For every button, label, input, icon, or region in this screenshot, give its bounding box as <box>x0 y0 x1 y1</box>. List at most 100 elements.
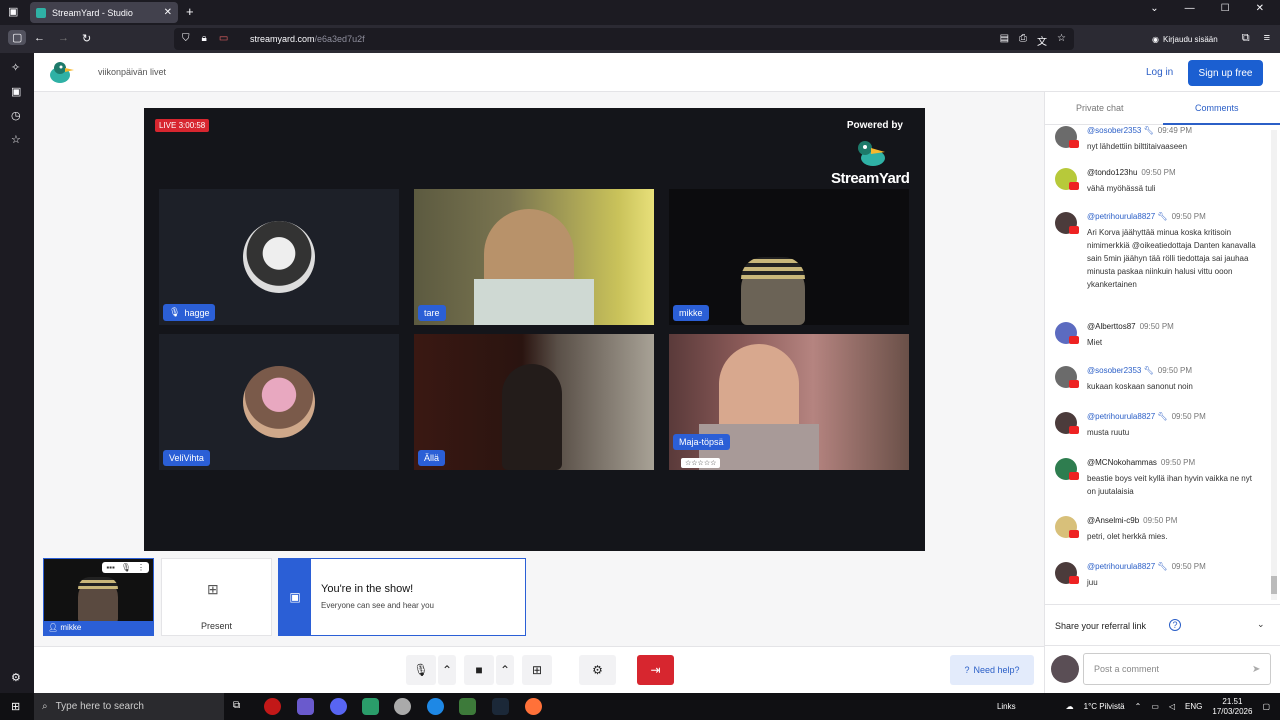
mic-options-button[interactable]: ⌃ <box>438 655 456 685</box>
clock[interactable]: 21.51 17/03/2026 <box>1212 697 1252 717</box>
participant-tile[interactable]: tare <box>414 189 654 325</box>
reload-icon[interactable]: ↻ <box>82 32 91 45</box>
screen-share-icon: ⊞ <box>531 663 543 677</box>
chevron-down-icon[interactable]: ⌄ <box>1150 3 1158 14</box>
tray-chevron-icon[interactable]: ⌃ <box>1135 702 1142 711</box>
need-help-button[interactable]: ? Need help? <box>950 655 1034 685</box>
extensions-icon[interactable]: ⧉ <box>1242 32 1250 45</box>
menu-icon[interactable]: ≡ <box>1264 32 1270 45</box>
clock-date: 17/03/2026 <box>1212 706 1253 716</box>
comment-time: 09:50 PM <box>1141 168 1176 177</box>
browser-nav-bar: ▢ ← → ↻ ⛉ 🔒︎ ▭ streamyard.com /e6a3ed7u2… <box>0 25 1280 53</box>
reader-view-icon[interactable]: ▤ <box>1000 33 1009 48</box>
login-link[interactable]: Log in <box>1146 67 1173 78</box>
participant-tile[interactable]: Ällä <box>414 334 654 470</box>
comment-meta: @tondo123hu 09:50 PM <box>1087 168 1176 177</box>
comment-text: kukaan koskaan sanonut noin <box>1087 382 1193 391</box>
app-icon[interactable] <box>362 698 379 715</box>
close-window-icon[interactable]: ✕ <box>1256 3 1264 14</box>
maximize-icon[interactable]: ☐ <box>1221 3 1230 14</box>
mic-icon[interactable]: 🎙︎ <box>121 563 131 572</box>
tab-comments[interactable]: Comments <box>1195 103 1239 113</box>
comment-author: @petrihourula8827 <box>1087 412 1156 421</box>
synced-tabs-icon[interactable]: ▣ <box>11 85 21 98</box>
bookmarks-icon[interactable]: ☆ <box>11 133 21 146</box>
permissions-icon[interactable]: ▭ <box>219 33 228 44</box>
signin-button[interactable]: ◉ Kirjaudu sisään <box>1148 30 1222 48</box>
signup-button[interactable]: Sign up free <box>1188 60 1263 86</box>
steam-icon[interactable] <box>492 698 509 715</box>
weather-text[interactable]: 1°C Pilvistä <box>1084 702 1125 711</box>
links-toolbar[interactable]: Links <box>997 702 1016 711</box>
comment-meta: @petrihourula8827 🔧︎ 09:50 PM <box>1087 212 1206 221</box>
self-camera-preview[interactable]: ▪▪▪ 🎙︎ ⋮ 👤︎ mikke <box>43 558 154 636</box>
forward-icon[interactable]: → <box>58 32 69 44</box>
star-rating: ☆☆☆☆☆ <box>681 458 721 468</box>
comments-scrollbar[interactable] <box>1271 130 1277 600</box>
app-icon[interactable] <box>297 698 314 715</box>
beanie <box>741 257 805 279</box>
participant-name: Ällä <box>424 453 440 463</box>
bookmark-star-icon[interactable]: ☆ <box>1057 33 1066 48</box>
info-icon[interactable]: ? <box>1169 619 1181 631</box>
scrollbar-thumb[interactable] <box>1271 576 1277 594</box>
participant-tile[interactable]: Maja-töpsä ☆☆☆☆☆ <box>669 334 909 470</box>
signin-label: Kirjaudu sisään <box>1162 34 1218 44</box>
system-tray: Links ☁ 1°C Pilvistä ⌃ ▭ ◁ ENG 21.51 17/… <box>997 693 1280 720</box>
edge-icon[interactable] <box>427 698 444 715</box>
sidebar-toggle-icon[interactable]: ▢ <box>8 30 27 45</box>
volume-icon[interactable]: ◁ <box>1169 702 1175 711</box>
app-icon[interactable] <box>394 698 411 715</box>
share-screen-button[interactable]: ⊞ <box>522 655 552 685</box>
browser-tab-bar: ▣ StreamYard - Studio ✕ + ⌄ — ☐ ✕ <box>0 0 1280 25</box>
avatar <box>1051 655 1079 683</box>
history-icon[interactable]: ◷ <box>11 109 21 122</box>
present-button[interactable]: ⊞ Present <box>161 558 272 636</box>
leave-studio-button[interactable]: ⇥ <box>637 655 674 685</box>
discord-icon[interactable] <box>330 698 347 715</box>
mic-toggle-button[interactable]: 🎙︎ <box>406 655 436 685</box>
address-bar[interactable]: ⛉ 🔒︎ ▭ streamyard.com /e6a3ed7u2f ▤ ⎙ 文 … <box>174 28 1074 50</box>
settings-gear-icon[interactable]: ⚙ <box>11 671 21 684</box>
participant-nametag: Maja-töpsä <box>673 434 730 450</box>
participant-tile[interactable]: VeliVihta <box>159 334 399 470</box>
new-tab-icon[interactable]: + <box>186 4 194 19</box>
minimize-icon[interactable]: — <box>1185 3 1195 14</box>
firefox-icon[interactable] <box>525 698 542 715</box>
windows-start-icon[interactable]: ⊞ <box>11 700 20 713</box>
participant-tile[interactable]: mikke <box>669 189 909 325</box>
more-options-icon[interactable]: ⋮ <box>137 563 145 572</box>
browser-tab[interactable]: StreamYard - Studio ✕ <box>30 2 178 23</box>
lock-icon[interactable]: 🔒︎ <box>202 33 207 44</box>
tab-list-icon[interactable]: ▣ <box>8 5 18 18</box>
close-tab-icon[interactable]: ✕ <box>164 7 172 18</box>
notifications-icon[interactable]: ▢ <box>1262 702 1270 711</box>
person-card-icon: ▣ <box>279 559 311 635</box>
referral-section[interactable]: Share your referral link ? ⌄ <box>1045 604 1280 644</box>
translate-icon[interactable]: 文 <box>1037 33 1047 48</box>
chevron-down-icon[interactable]: ⌄ <box>1257 619 1265 630</box>
streamyard-duck-logo-icon[interactable] <box>48 59 76 85</box>
camera-options-button[interactable]: ⌃ <box>496 655 514 685</box>
comment-input[interactable]: Post a comment <box>1083 653 1271 685</box>
camera-toggle-button[interactable]: ■ <box>464 655 494 685</box>
send-icon[interactable]: ➤ <box>1252 664 1260 675</box>
taskbar-search[interactable]: ⌕ Type here to search <box>34 693 224 720</box>
save-icon[interactable]: ⎙ <box>1019 33 1027 48</box>
shield-icon[interactable]: ⛉ <box>182 33 190 44</box>
comment-meta: @Anselmi-c9b 09:50 PM <box>1087 516 1177 525</box>
language-indicator[interactable]: ENG <box>1185 702 1202 711</box>
back-icon[interactable]: ← <box>34 32 45 44</box>
task-view-icon[interactable]: ⧉ <box>233 700 240 711</box>
opera-icon[interactable] <box>264 698 281 715</box>
participant-tile[interactable]: 🎙︎ hagge <box>159 189 399 325</box>
network-icon[interactable]: ▭ <box>1151 702 1159 711</box>
powered-by-text: Powered by <box>846 120 903 131</box>
broadcast-stage: LIVE 3:00:58 Powered by StreamYard 🎙︎ ha… <box>144 108 925 551</box>
present-label: Present <box>200 621 233 631</box>
tab-private-chat[interactable]: Private chat <box>1076 103 1124 113</box>
media-player-icon[interactable] <box>459 698 476 715</box>
youtube-icon <box>1069 426 1079 434</box>
settings-button[interactable]: ⚙ <box>579 655 616 685</box>
ai-sparkle-icon[interactable]: ✧ <box>11 61 20 74</box>
